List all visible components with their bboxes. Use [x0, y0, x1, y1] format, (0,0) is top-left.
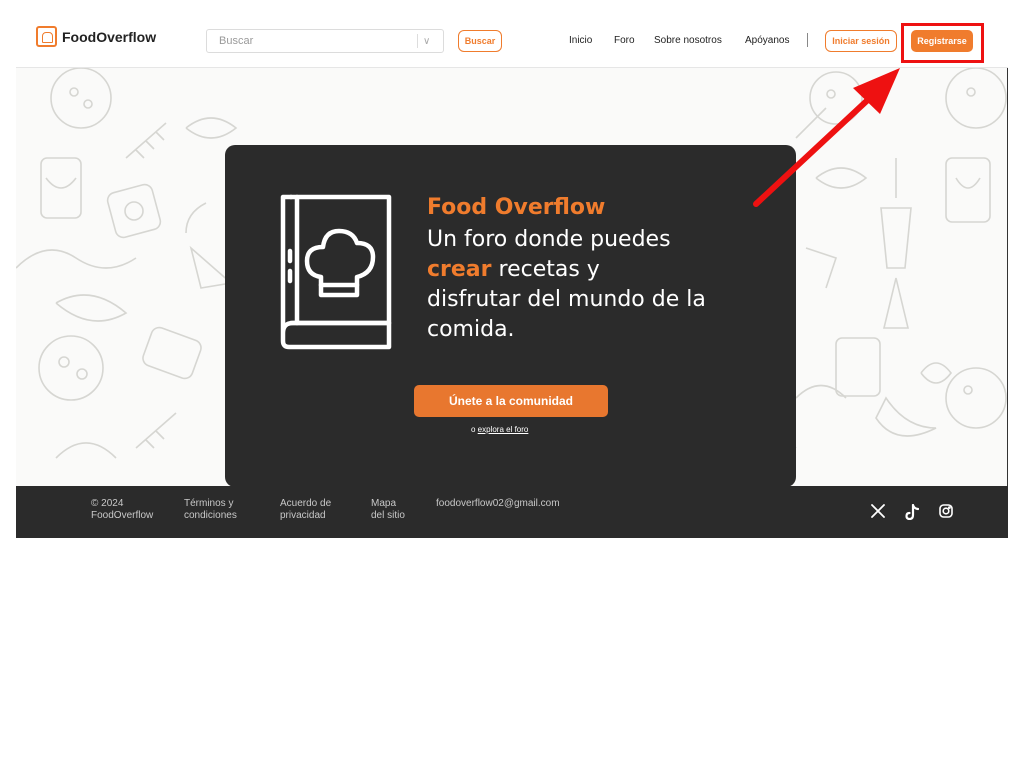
terms-line-1: Términos y: [184, 498, 234, 509]
sitemap-line-1: Mapa: [371, 498, 397, 509]
explore-prefix: o: [471, 425, 478, 434]
nav-link-foro[interactable]: Foro: [614, 35, 635, 46]
footer-link-sitemap[interactable]: Mapa del sitio: [371, 498, 405, 522]
privacy-line-1: Acuerdo de: [280, 498, 332, 509]
nav-link-apoyanos[interactable]: Apóyanos: [745, 35, 789, 46]
top-navbar: FoodOverflow ∨ Buscar Inicio Foro Sobre …: [16, 16, 1008, 68]
x-icon[interactable]: [871, 504, 885, 522]
hero-accent-word: crear: [427, 257, 492, 282]
chef-book-logo-icon: [36, 26, 57, 47]
explore-line: o explora el foro: [471, 425, 528, 434]
sitemap-line-2: del sitio: [371, 510, 405, 521]
logo[interactable]: FoodOverflow: [36, 26, 156, 47]
hero-tagline: Un foro donde puedes crear recetas y dis…: [427, 225, 757, 345]
privacy-line-2: privacidad: [280, 510, 326, 521]
hero-title: Food Overflow: [427, 195, 606, 220]
login-button[interactable]: Iniciar sesión: [825, 30, 897, 52]
instagram-icon[interactable]: [939, 504, 953, 522]
register-highlight-box: [901, 23, 984, 63]
browser-viewport: FoodOverflow ∨ Buscar Inicio Foro Sobre …: [16, 16, 1008, 538]
hero-card: Food Overflow Un foro donde puedes crear…: [225, 145, 796, 486]
footer: © 2024 FoodOverflow Términos y condicion…: [16, 486, 1008, 538]
explore-forum-link[interactable]: explora el foro: [478, 425, 529, 434]
terms-line-2: condiciones: [184, 510, 237, 521]
copyright-brand: FoodOverflow: [91, 510, 154, 521]
chef-book-icon: [280, 194, 392, 350]
copyright-year: © 2024: [91, 498, 124, 509]
footer-copyright: © 2024 FoodOverflow: [91, 498, 153, 522]
tiktok-icon[interactable]: [905, 503, 920, 524]
join-community-button[interactable]: Únete a la comunidad: [414, 385, 608, 417]
hero-line-1: Un foro donde puedes: [427, 227, 671, 252]
search-button[interactable]: Buscar: [458, 30, 502, 52]
footer-link-terms[interactable]: Términos y condiciones: [184, 498, 237, 522]
search-input[interactable]: [207, 35, 417, 47]
nav-link-sobre-nosotros[interactable]: Sobre nosotros: [654, 35, 722, 46]
nav-divider: [807, 33, 808, 47]
search-box: ∨: [206, 29, 444, 53]
hero-line-2-rest: recetas y: [491, 257, 600, 282]
food-doodle-background: Food Overflow Un foro donde puedes crear…: [16, 68, 1008, 486]
chevron-down-icon[interactable]: ∨: [423, 36, 430, 47]
logo-text: FoodOverflow: [62, 28, 157, 45]
footer-email[interactable]: foodoverflow02@gmail.com: [436, 498, 560, 510]
hero-line-3: disfrutar del mundo de la comida.: [427, 287, 706, 342]
nav-link-inicio[interactable]: Inicio: [569, 35, 592, 46]
hero-line-2: crear recetas y: [427, 255, 757, 285]
footer-link-privacy[interactable]: Acuerdo de privacidad: [280, 498, 331, 522]
search-divider: [417, 34, 418, 48]
